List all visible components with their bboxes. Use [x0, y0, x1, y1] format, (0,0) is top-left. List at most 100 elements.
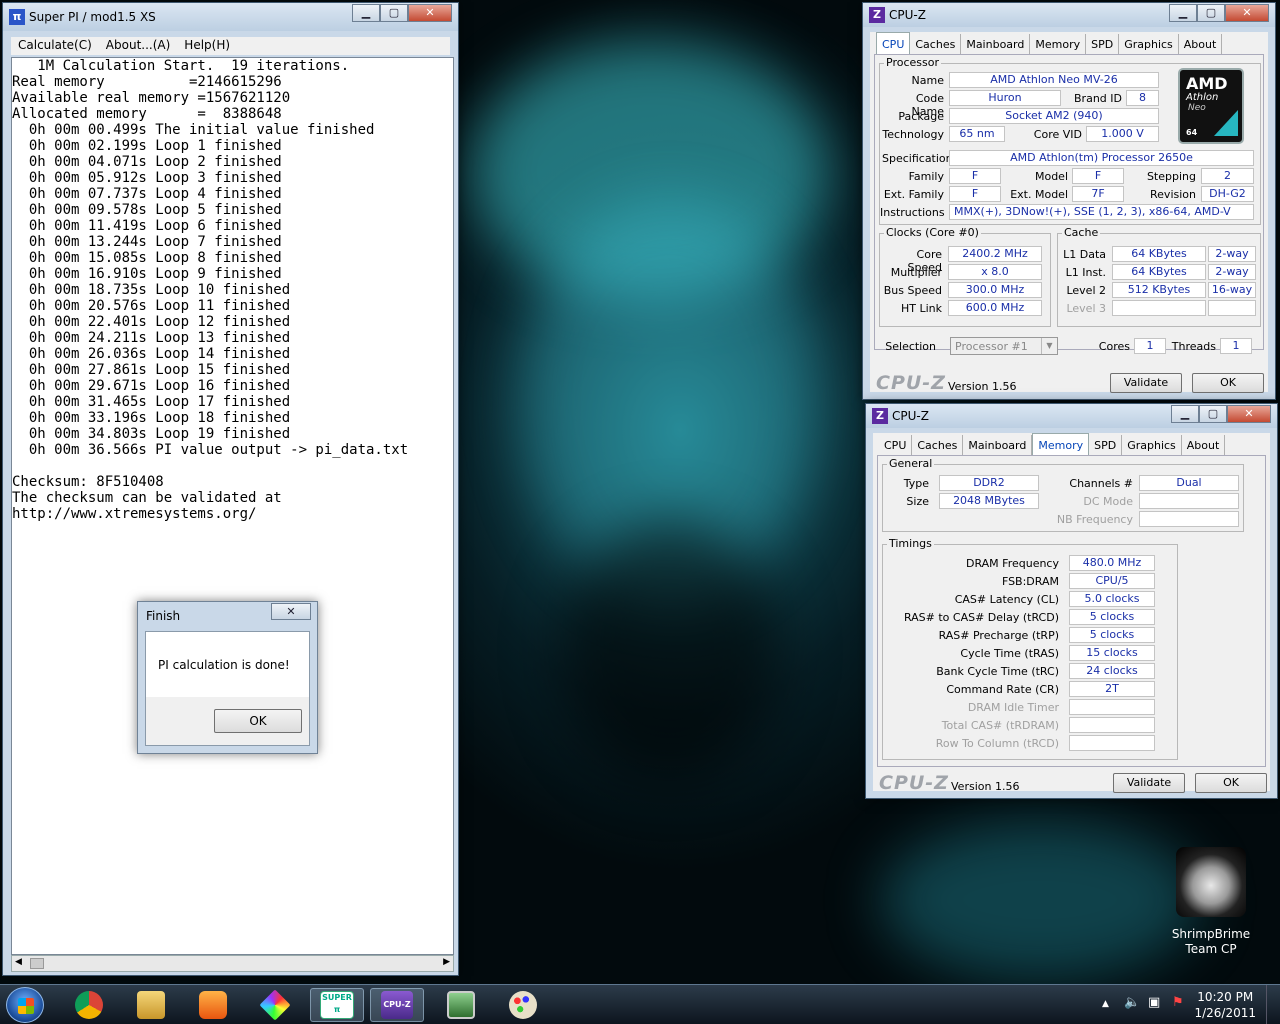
ok-button[interactable]: OK [1192, 373, 1264, 393]
horizontal-scrollbar[interactable]: ◀ ▶ [11, 955, 454, 972]
tab-graphics[interactable]: Graphics [1119, 34, 1179, 54]
maximize-button[interactable]: ▢ [380, 4, 408, 22]
tab-memory[interactable]: Memory [1030, 34, 1087, 54]
timing-label: RAS# to CAS# Delay (tRCD) [903, 611, 1059, 624]
user-name: ShrimpBrime [1171, 927, 1251, 941]
tab-caches[interactable]: Caches [912, 435, 964, 455]
corespeed-value: 2400.2 MHz [948, 246, 1042, 262]
superpi-app-icon: π [9, 9, 25, 25]
selection-value: Processor #1 [955, 340, 1028, 353]
brandid-value: 8 [1126, 90, 1159, 106]
extmodel-label: Ext. Model [1010, 188, 1068, 201]
window-title: CPU-Z [889, 8, 926, 22]
model-value: F [1072, 168, 1124, 184]
tab-about[interactable]: About [1182, 435, 1226, 455]
console-line: 0h 00m 24.211s Loop 13 finished [12, 330, 291, 346]
superpi-titlebar[interactable]: π Super PI / mod1.5 XS ▁ ▢ ✕ [3, 3, 458, 31]
start-button[interactable] [6, 987, 44, 1023]
monitor-icon [447, 991, 475, 1019]
minimize-button[interactable]: ▁ [352, 4, 380, 22]
corevid-label: Core VID [1033, 128, 1082, 141]
timing-label: Command Rate (CR) [946, 683, 1059, 696]
scroll-right-icon[interactable]: ▶ [443, 957, 450, 967]
processor-select[interactable]: Processor #1 ▼ [950, 337, 1058, 355]
menu-about[interactable]: About...(A) [99, 37, 178, 55]
group-label: Cache [1062, 226, 1101, 239]
menu-calculate[interactable]: Calculate(C) [11, 37, 99, 55]
cpuz-logo: CPU-Z [879, 772, 949, 794]
timing-label: DRAM Idle Timer [967, 701, 1059, 714]
cpuz-titlebar[interactable]: Z CPU-Z ▁ ▢ ✕ [863, 3, 1275, 27]
chevron-down-icon[interactable]: ▼ [1041, 338, 1057, 354]
cpuz-icon-text: CPU-Z [383, 1000, 411, 1009]
volume-icon[interactable]: 🔈 [1124, 995, 1140, 1010]
tab-memory[interactable]: Memory [1032, 433, 1090, 455]
wallpaper-glow [880, 820, 1200, 980]
codename-value: Huron [949, 90, 1061, 106]
ok-button[interactable]: OK [1195, 773, 1267, 793]
taskbar-superpi[interactable]: SUPER π [310, 988, 364, 1022]
tab-cpu[interactable]: CPU [876, 32, 911, 54]
console-output[interactable]: 1M Calculation Start. 19 iterations. Real… [11, 57, 454, 955]
multiplier-label: Multiplier [890, 266, 942, 279]
close-button[interactable]: ✕ [1225, 4, 1269, 22]
minimize-button[interactable]: ▁ [1169, 4, 1197, 22]
taskbar-paint[interactable] [496, 988, 550, 1022]
close-button[interactable]: ✕ [408, 4, 452, 22]
taskbar-chrome[interactable] [62, 988, 116, 1022]
taskbar-cpuz[interactable]: CPU-Z [370, 988, 424, 1022]
timing-label: FSB:DRAM [1001, 575, 1059, 588]
taskbar-monitor[interactable] [434, 988, 488, 1022]
maximize-button[interactable]: ▢ [1197, 4, 1225, 22]
cpu-panel: Processor Name AMD Athlon Neo MV-26 Code… [874, 54, 1264, 350]
console-line: 0h 00m 18.735s Loop 10 finished [12, 282, 291, 298]
timing-value: CPU/5 [1069, 573, 1155, 589]
extmodel-value: 7F [1072, 186, 1124, 202]
console-line: 0h 00m 00.499s The initial value finishe… [12, 122, 375, 138]
tab-about[interactable]: About [1179, 34, 1223, 54]
tab-caches[interactable]: Caches [910, 34, 962, 54]
ok-button[interactable]: OK [214, 709, 302, 733]
console-line: 0h 00m 16.910s Loop 9 finished [12, 266, 282, 282]
maximize-button[interactable]: ▢ [1199, 405, 1227, 423]
tab-spd[interactable]: SPD [1089, 435, 1123, 455]
tab-mainboard[interactable]: Mainboard [961, 34, 1031, 54]
taskbar: SUPER π CPU-Z ▲ 🔈 ▣ ⚑ 10:20 PM 1/26/2011 [0, 984, 1280, 1024]
validate-button[interactable]: Validate [1110, 373, 1182, 393]
network-icon[interactable]: ▣ [1148, 995, 1160, 1010]
taskbar-media-player[interactable] [186, 988, 240, 1022]
menu-help[interactable]: Help(H) [177, 37, 237, 55]
badge-line3: 64 [1186, 128, 1198, 137]
minimize-button[interactable]: ▁ [1171, 405, 1199, 423]
tab-spd[interactable]: SPD [1086, 34, 1120, 54]
clock[interactable]: 10:20 PM 1/26/2011 [1194, 989, 1256, 1021]
selection-label: Selection [885, 340, 936, 353]
tab-cpu[interactable]: CPU [879, 435, 913, 455]
taskbar-explorer[interactable] [124, 988, 178, 1022]
htlink-label: HT Link [900, 302, 942, 315]
cpuz-titlebar[interactable]: Z CPU-Z ▁ ▢ ✕ [866, 404, 1277, 428]
show-desktop-button[interactable] [1266, 985, 1280, 1024]
validate-button[interactable]: Validate [1113, 773, 1185, 793]
timing-value: 5 clocks [1069, 609, 1155, 625]
scroll-thumb[interactable] [30, 958, 44, 969]
timing-label: Cycle Time (tRAS) [960, 647, 1059, 660]
tab-graphics[interactable]: Graphics [1122, 435, 1182, 455]
show-hidden-icons-icon[interactable]: ▲ [1102, 999, 1109, 1009]
group-label: General [887, 457, 935, 470]
stepping-label: Stepping [1146, 170, 1196, 183]
tab-mainboard[interactable]: Mainboard [963, 435, 1033, 455]
folder-icon [137, 991, 165, 1019]
timings-group: Timings DRAM Frequency 480.0 MHz FSB:DRAM C… [882, 537, 1178, 760]
scroll-left-icon[interactable]: ◀ [15, 957, 22, 967]
taskbar-app[interactable] [248, 988, 302, 1022]
dialog-close-button[interactable]: ✕ [271, 603, 311, 620]
type-label: Type [903, 477, 929, 490]
amd-athlon-neo-logo: AMD Athlon Neo 64 [1178, 68, 1244, 144]
action-center-icon[interactable]: ⚑ [1172, 995, 1184, 1010]
close-button[interactable]: ✕ [1227, 405, 1271, 423]
revision-value: DH-G2 [1201, 186, 1254, 202]
badge-brand: AMD [1186, 74, 1228, 93]
user-tile[interactable] [1172, 845, 1262, 929]
console-line: 0h 00m 09.578s Loop 5 finished [12, 202, 282, 218]
